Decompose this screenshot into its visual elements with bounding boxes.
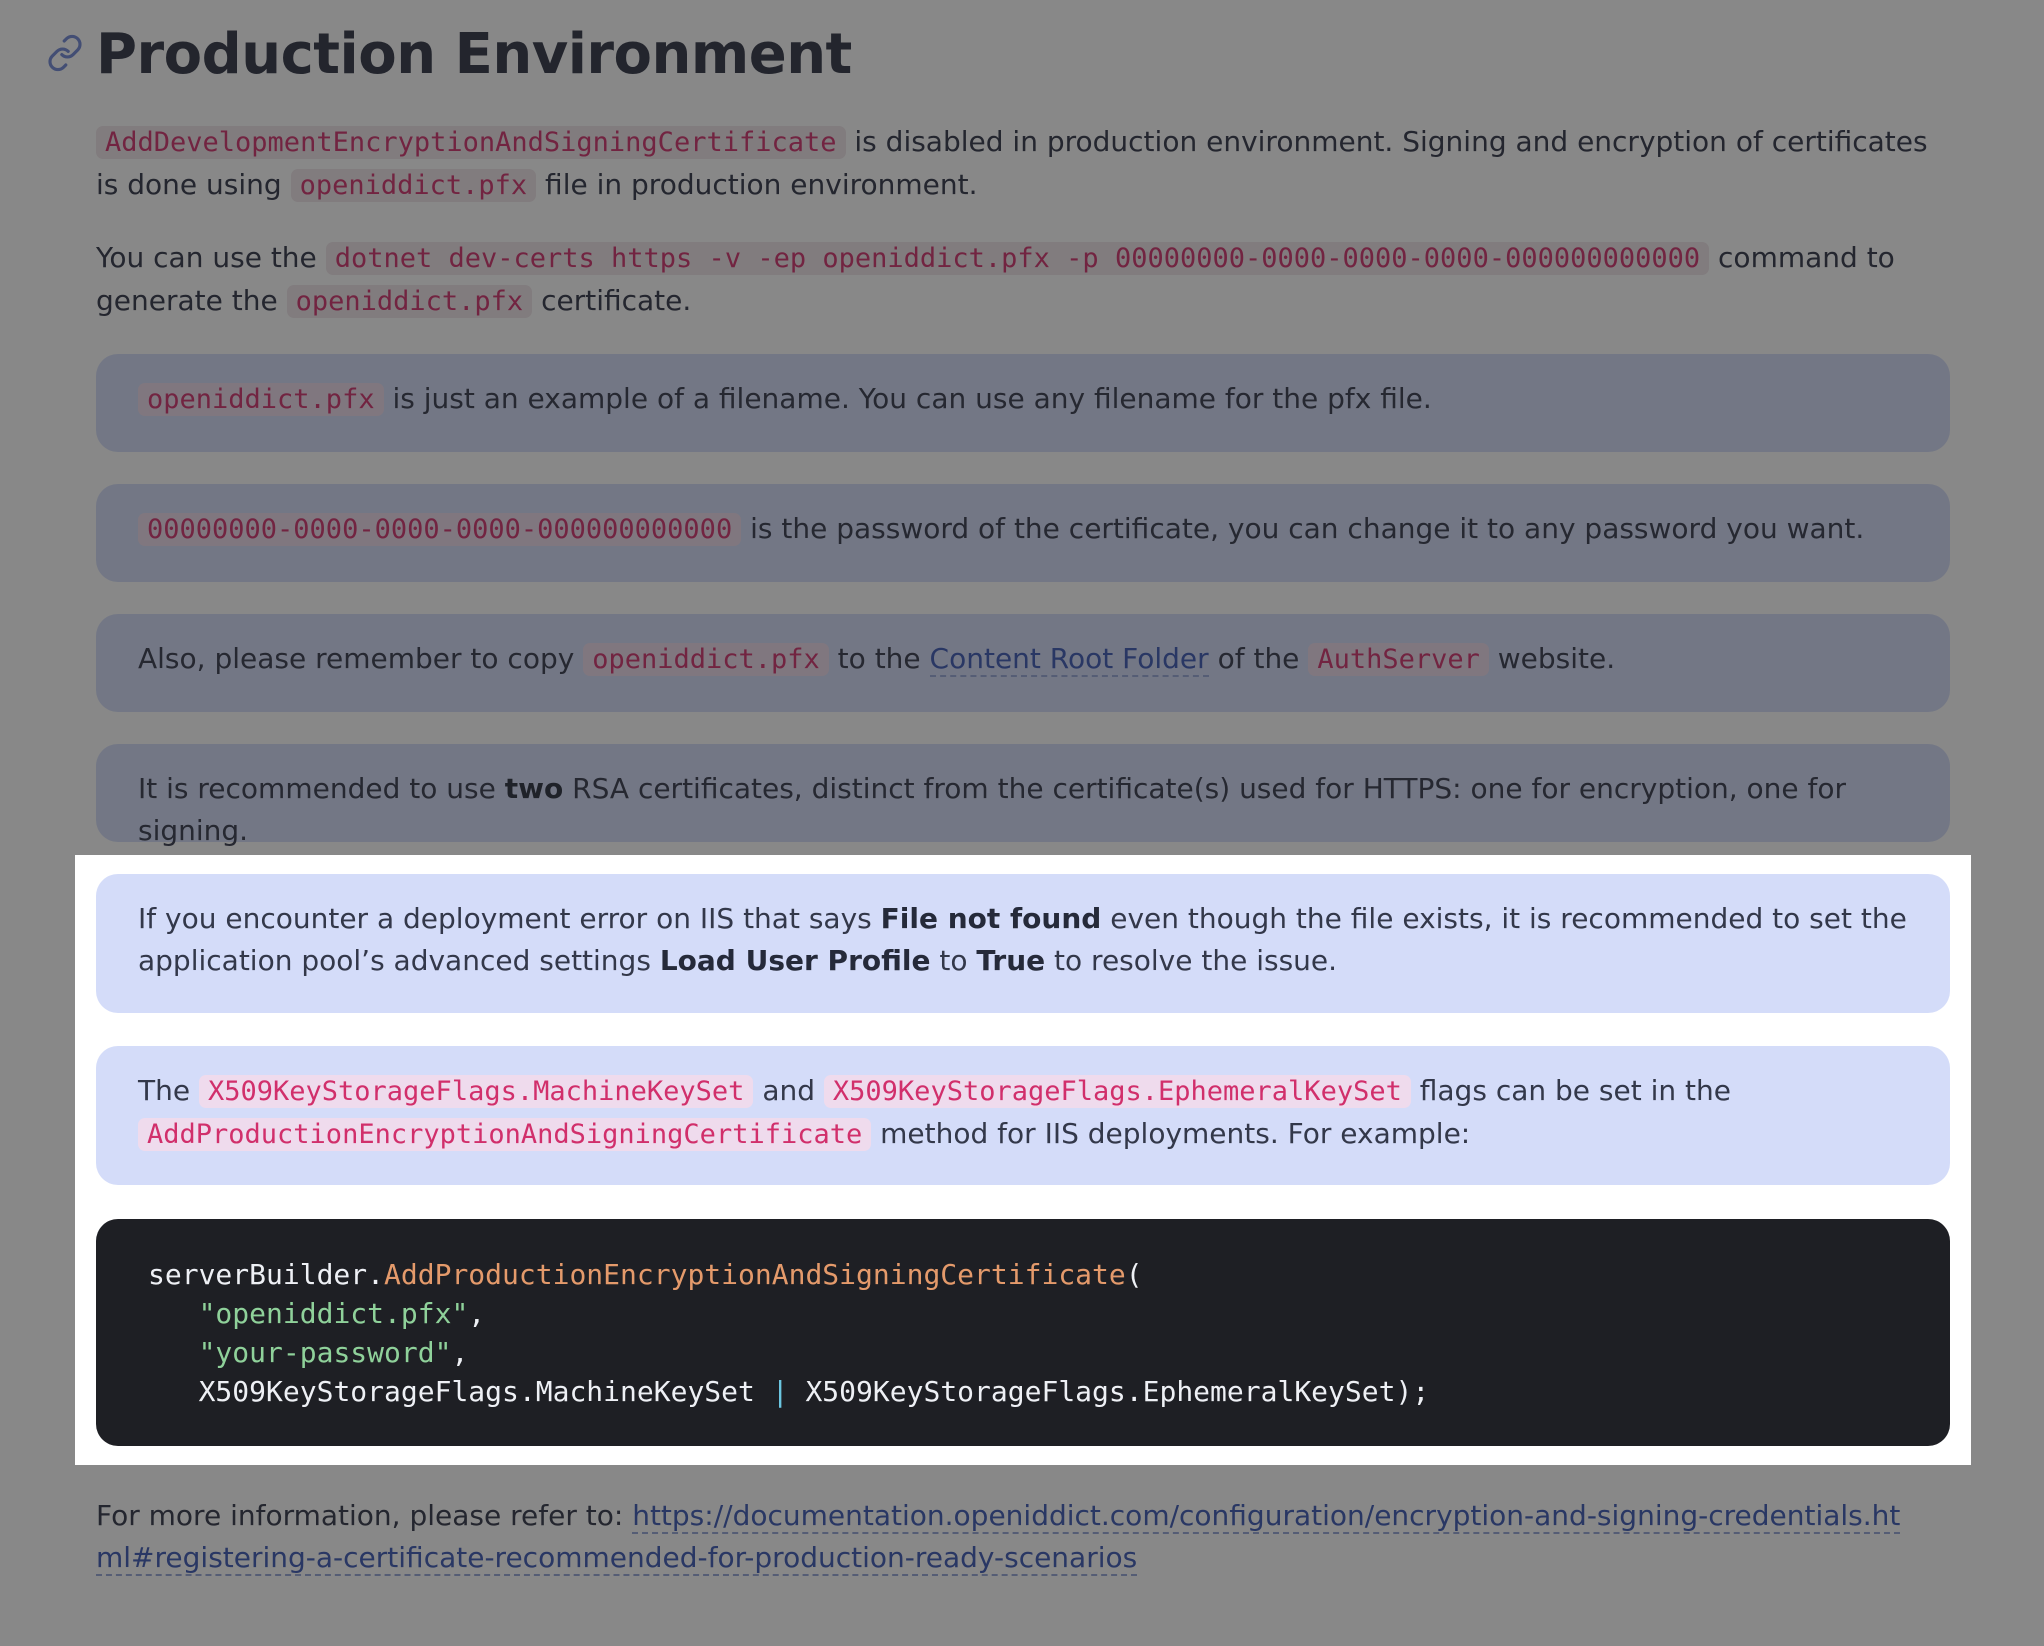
- note-text: Also, please remember to copy: [138, 642, 584, 675]
- inline-code: X509KeyStorageFlags.MachineKeySet: [198, 1075, 754, 1108]
- code-block: serverBuilder.AddProductionEncryptionAnd…: [96, 1219, 1950, 1446]
- code-line: "your-password",: [148, 1333, 1898, 1372]
- note-key-storage-flags: The X509KeyStorageFlags.MachineKeySet an…: [96, 1046, 1950, 1185]
- code-token: (: [1125, 1258, 1143, 1291]
- inline-code: AddProductionEncryptionAndSigningCertifi…: [138, 1118, 872, 1151]
- dim-overlay-right: [1971, 855, 2044, 1465]
- code-token: X509KeyStorageFlags.EphemeralKeySet);: [805, 1375, 1430, 1408]
- code-token: |: [754, 1375, 806, 1408]
- code-token: ,: [451, 1336, 469, 1369]
- paragraph-text: certificate.: [532, 284, 692, 317]
- code-token: X509KeyStorageFlags.MachineKeySet: [198, 1375, 755, 1408]
- note-rsa-certificates: It is recommended to use two RSA certifi…: [96, 744, 1950, 847]
- inline-code: AddDevelopmentEncryptionAndSigningCertif…: [96, 126, 846, 159]
- note-iis-error: If you encounter a deployment error on I…: [96, 874, 1950, 1013]
- code-token: AddProductionEncryptionAndSigningCertifi…: [384, 1258, 1126, 1291]
- code-token: serverBuilder.: [148, 1258, 385, 1291]
- intro-paragraph: AddDevelopmentEncryptionAndSigningCertif…: [96, 121, 1956, 207]
- paragraph-text: file in production environment.: [536, 168, 978, 201]
- note-text: method for IIS deployments. For example:: [871, 1117, 1471, 1150]
- bold-text: Load User Profile: [659, 944, 931, 977]
- code-line: X509KeyStorageFlags.MachineKeySet | X509…: [148, 1372, 1898, 1411]
- command-paragraph: You can use the dotnet dev-certs https -…: [96, 237, 1956, 323]
- inline-code: AuthServer: [1308, 643, 1489, 676]
- inline-code: openiddict.pfx: [286, 285, 533, 318]
- documentation-page: Production Environment AddDevelopmentEnc…: [0, 0, 2044, 1646]
- code-line: serverBuilder.AddProductionEncryptionAnd…: [148, 1255, 1898, 1294]
- content-root-folder-link[interactable]: Content Root Folder: [929, 642, 1209, 677]
- link-icon[interactable]: [46, 34, 84, 72]
- inline-code: dotnet dev-certs https -v -ep openiddict…: [325, 242, 1710, 275]
- inline-code: openiddict.pfx: [290, 169, 537, 202]
- inline-code: openiddict.pfx: [583, 643, 829, 676]
- code-line: "openiddict.pfx",: [148, 1294, 1898, 1333]
- note-text: of the: [1208, 642, 1309, 675]
- bold-text: two: [504, 772, 564, 805]
- note-text: to resolve the issue.: [1045, 944, 1338, 977]
- more-info-paragraph: For more information, please refer to: h…: [96, 1495, 1916, 1579]
- note-text: flags can be set in the: [1410, 1074, 1731, 1107]
- note-filename: openiddict.pfx is just an example of a f…: [96, 354, 1950, 452]
- dim-overlay-left: [0, 855, 75, 1465]
- code-token: "openiddict.pfx": [198, 1297, 469, 1330]
- note-text: and: [753, 1074, 824, 1107]
- note-text: If you encounter a deployment error on I…: [138, 902, 881, 935]
- code-token: "your-password": [198, 1336, 452, 1369]
- inline-code: openiddict.pfx: [138, 383, 384, 416]
- note-text: to: [930, 944, 977, 977]
- paragraph-text: For more information, please refer to:: [96, 1499, 633, 1532]
- code-token: ,: [468, 1297, 486, 1330]
- bold-text: True: [976, 944, 1046, 977]
- note-text: is just an example of a filename. You ca…: [383, 382, 1432, 415]
- page-title: Production Environment: [96, 21, 852, 87]
- note-password: 00000000-0000-0000-0000-000000000000 is …: [96, 484, 1950, 582]
- note-text: website.: [1488, 642, 1616, 675]
- bold-text: File not found: [880, 902, 1102, 935]
- note-copy-pfx: Also, please remember to copy openiddict…: [96, 614, 1950, 712]
- note-text: is the password of the certificate, you …: [741, 512, 1865, 545]
- note-text: to the: [828, 642, 930, 675]
- inline-code: X509KeyStorageFlags.EphemeralKeySet: [823, 1075, 1411, 1108]
- note-text: It is recommended to use: [138, 772, 505, 805]
- paragraph-text: You can use the: [96, 241, 326, 274]
- note-text: The: [138, 1074, 199, 1107]
- inline-code: 00000000-0000-0000-0000-000000000000: [138, 513, 742, 546]
